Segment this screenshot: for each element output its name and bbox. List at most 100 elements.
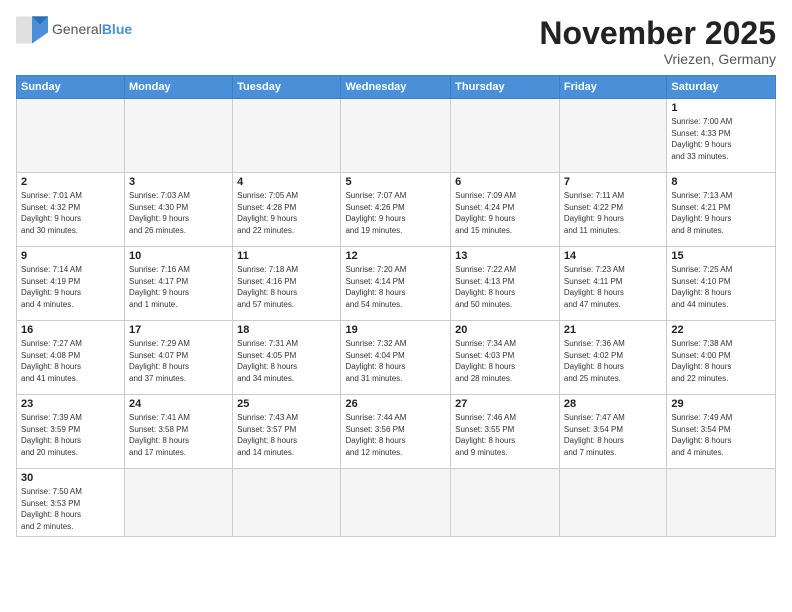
day-cell (451, 99, 560, 173)
day-info: Sunrise: 7:18 AM Sunset: 4:16 PM Dayligh… (237, 264, 336, 310)
day-cell (233, 469, 341, 536)
title-area: November 2025 Vriezen, Germany (539, 16, 776, 67)
day-info: Sunrise: 7:38 AM Sunset: 4:00 PM Dayligh… (671, 338, 771, 384)
day-info: Sunrise: 7:50 AM Sunset: 3:53 PM Dayligh… (21, 486, 120, 532)
day-number: 27 (455, 398, 555, 410)
day-cell: 16 Sunrise: 7:27 AM Sunset: 4:08 PM Dayli… (17, 321, 125, 395)
day-info: Sunrise: 7:07 AM Sunset: 4:26 PM Dayligh… (345, 190, 446, 236)
day-cell: 7 Sunrise: 7:11 AM Sunset: 4:22 PM Daylig… (559, 173, 666, 247)
day-number: 15 (671, 250, 771, 262)
location: Vriezen, Germany (539, 51, 776, 67)
day-number: 28 (564, 398, 662, 410)
day-info: Sunrise: 7:11 AM Sunset: 4:22 PM Dayligh… (564, 190, 662, 236)
day-number: 18 (237, 324, 336, 336)
day-cell (341, 99, 451, 173)
day-number: 7 (564, 176, 662, 188)
day-number: 11 (237, 250, 336, 262)
week-row-5: 23 Sunrise: 7:39 AM Sunset: 3:59 PM Dayli… (17, 395, 776, 469)
day-info: Sunrise: 7:09 AM Sunset: 4:24 PM Dayligh… (455, 190, 555, 236)
weekday-header-monday: Monday (125, 76, 233, 99)
day-number: 2 (21, 176, 120, 188)
day-info: Sunrise: 7:20 AM Sunset: 4:14 PM Dayligh… (345, 264, 446, 310)
day-number: 23 (21, 398, 120, 410)
day-cell (17, 99, 125, 173)
week-row-2: 2Sunrise: 7:01 AM Sunset: 4:32 PM Daylig… (17, 173, 776, 247)
day-cell: 29Sunrise: 7:49 AM Sunset: 3:54 PM Dayli… (667, 395, 776, 469)
day-cell: 5 Sunrise: 7:07 AM Sunset: 4:26 PM Daylig… (341, 173, 451, 247)
day-number: 30 (21, 472, 120, 484)
day-info: Sunrise: 7:39 AM Sunset: 3:59 PM Dayligh… (21, 412, 120, 458)
weekday-header-tuesday: Tuesday (233, 76, 341, 99)
week-row-4: 16 Sunrise: 7:27 AM Sunset: 4:08 PM Dayli… (17, 321, 776, 395)
day-info: Sunrise: 7:22 AM Sunset: 4:13 PM Dayligh… (455, 264, 555, 310)
day-number: 6 (455, 176, 555, 188)
day-cell: 30 Sunrise: 7:50 AM Sunset: 3:53 PM Dayli… (17, 469, 125, 536)
day-number: 12 (345, 250, 446, 262)
day-cell: 17 Sunrise: 7:29 AM Sunset: 4:07 PM Dayli… (125, 321, 233, 395)
day-info: Sunrise: 7:32 AM Sunset: 4:04 PM Dayligh… (345, 338, 446, 384)
day-info: Sunrise: 7:34 AM Sunset: 4:03 PM Dayligh… (455, 338, 555, 384)
day-number: 24 (129, 398, 228, 410)
day-cell: 1Sunrise: 7:00 AM Sunset: 4:33 PM Daylig… (667, 99, 776, 173)
day-number: 13 (455, 250, 555, 262)
day-cell (233, 99, 341, 173)
day-cell (559, 99, 666, 173)
logo-icon (16, 16, 48, 44)
day-info: Sunrise: 7:47 AM Sunset: 3:54 PM Dayligh… (564, 412, 662, 458)
week-row-3: 9Sunrise: 7:14 AM Sunset: 4:19 PM Daylig… (17, 247, 776, 321)
day-cell: 4 Sunrise: 7:05 AM Sunset: 4:28 PM Daylig… (233, 173, 341, 247)
day-number: 21 (564, 324, 662, 336)
weekday-header-sunday: Sunday (17, 76, 125, 99)
logo: GeneralBlue (16, 16, 132, 44)
month-title: November 2025 (539, 16, 776, 51)
day-cell: 26 Sunrise: 7:44 AM Sunset: 3:56 PM Dayli… (341, 395, 451, 469)
day-cell: 13 Sunrise: 7:22 AM Sunset: 4:13 PM Dayli… (451, 247, 560, 321)
day-info: Sunrise: 7:25 AM Sunset: 4:10 PM Dayligh… (671, 264, 771, 310)
day-number: 17 (129, 324, 228, 336)
day-cell (559, 469, 666, 536)
day-number: 22 (671, 324, 771, 336)
day-cell: 24 Sunrise: 7:41 AM Sunset: 3:58 PM Dayli… (125, 395, 233, 469)
day-cell (125, 99, 233, 173)
day-cell: 25Sunrise: 7:43 AM Sunset: 3:57 PM Dayli… (233, 395, 341, 469)
day-number: 16 (21, 324, 120, 336)
day-info: Sunrise: 7:31 AM Sunset: 4:05 PM Dayligh… (237, 338, 336, 384)
day-cell (451, 469, 560, 536)
week-row-1: 1Sunrise: 7:00 AM Sunset: 4:33 PM Daylig… (17, 99, 776, 173)
day-info: Sunrise: 7:36 AM Sunset: 4:02 PM Dayligh… (564, 338, 662, 384)
day-info: Sunrise: 7:44 AM Sunset: 3:56 PM Dayligh… (345, 412, 446, 458)
day-number: 10 (129, 250, 228, 262)
day-info: Sunrise: 7:14 AM Sunset: 4:19 PM Dayligh… (21, 264, 120, 310)
day-cell: 6 Sunrise: 7:09 AM Sunset: 4:24 PM Daylig… (451, 173, 560, 247)
weekday-header-saturday: Saturday (667, 76, 776, 99)
day-cell: 2Sunrise: 7:01 AM Sunset: 4:32 PM Daylig… (17, 173, 125, 247)
day-number: 8 (671, 176, 771, 188)
day-number: 4 (237, 176, 336, 188)
day-info: Sunrise: 7:13 AM Sunset: 4:21 PM Dayligh… (671, 190, 771, 236)
day-cell: 23 Sunrise: 7:39 AM Sunset: 3:59 PM Dayli… (17, 395, 125, 469)
day-number: 26 (345, 398, 446, 410)
weekday-header-row: SundayMondayTuesdayWednesdayThursdayFrid… (17, 76, 776, 99)
day-cell: 18 Sunrise: 7:31 AM Sunset: 4:05 PM Dayli… (233, 321, 341, 395)
day-info: Sunrise: 7:46 AM Sunset: 3:55 PM Dayligh… (455, 412, 555, 458)
day-info: Sunrise: 7:16 AM Sunset: 4:17 PM Dayligh… (129, 264, 228, 310)
day-cell: 15 Sunrise: 7:25 AM Sunset: 4:10 PM Dayli… (667, 247, 776, 321)
day-info: Sunrise: 7:23 AM Sunset: 4:11 PM Dayligh… (564, 264, 662, 310)
day-number: 5 (345, 176, 446, 188)
day-cell: 20Sunrise: 7:34 AM Sunset: 4:03 PM Dayli… (451, 321, 560, 395)
header: GeneralBlue November 2025 Vriezen, Germa… (16, 16, 776, 67)
day-info: Sunrise: 7:03 AM Sunset: 4:30 PM Dayligh… (129, 190, 228, 236)
day-info: Sunrise: 7:05 AM Sunset: 4:28 PM Dayligh… (237, 190, 336, 236)
day-cell: 14Sunrise: 7:23 AM Sunset: 4:11 PM Dayli… (559, 247, 666, 321)
day-cell (667, 469, 776, 536)
logo-text: GeneralBlue (52, 22, 132, 37)
day-cell: 11 Sunrise: 7:18 AM Sunset: 4:16 PM Dayli… (233, 247, 341, 321)
day-cell: 8 Sunrise: 7:13 AM Sunset: 4:21 PM Daylig… (667, 173, 776, 247)
weekday-header-wednesday: Wednesday (341, 76, 451, 99)
day-info: Sunrise: 7:29 AM Sunset: 4:07 PM Dayligh… (129, 338, 228, 384)
day-info: Sunrise: 7:27 AM Sunset: 4:08 PM Dayligh… (21, 338, 120, 384)
day-cell: 21 Sunrise: 7:36 AM Sunset: 4:02 PM Dayli… (559, 321, 666, 395)
day-info: Sunrise: 7:41 AM Sunset: 3:58 PM Dayligh… (129, 412, 228, 458)
day-cell: 3Sunrise: 7:03 AM Sunset: 4:30 PM Daylig… (125, 173, 233, 247)
calendar: SundayMondayTuesdayWednesdayThursdayFrid… (16, 75, 776, 536)
